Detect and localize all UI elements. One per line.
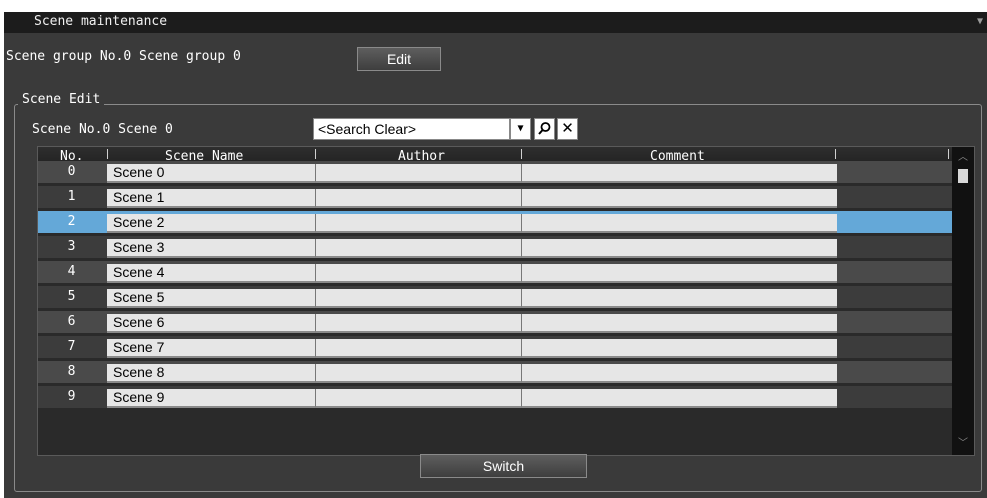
scene-name-cell[interactable]: Scene 1: [107, 189, 315, 208]
row-number: 3: [67, 239, 76, 254]
author-cell[interactable]: [315, 239, 521, 258]
table-row[interactable]: 6 Scene 6: [38, 311, 952, 333]
author-cell[interactable]: [315, 339, 521, 358]
author-cell[interactable]: [315, 364, 521, 383]
comment-cell[interactable]: [521, 314, 837, 333]
current-scene-label: Scene No.0 Scene 0: [32, 122, 173, 137]
scene-name-cell[interactable]: Scene 9: [107, 389, 315, 408]
table-row[interactable]: 5 Scene 5: [38, 286, 952, 308]
comment-cell[interactable]: [521, 289, 837, 308]
comment-cell[interactable]: [521, 239, 837, 258]
scene-maintenance-window: Scene maintenance ▼ Scene group No.0 Sce…: [4, 12, 987, 498]
row-number: 4: [67, 264, 76, 279]
comment-cell[interactable]: [521, 214, 837, 233]
column-divider[interactable]: [948, 149, 949, 159]
clear-search-button[interactable]: ✕: [557, 118, 578, 140]
magnifier-icon: [538, 122, 551, 135]
scene-name-cell[interactable]: Scene 5: [107, 289, 315, 308]
column-divider[interactable]: [835, 149, 836, 159]
row-number: 8: [67, 364, 76, 379]
edit-button[interactable]: Edit: [357, 47, 441, 71]
switch-button[interactable]: Switch: [420, 454, 587, 478]
scene-name-cell[interactable]: Scene 7: [107, 339, 315, 358]
table-row[interactable]: 1 Scene 1: [38, 186, 952, 208]
scroll-up-icon[interactable]: ︿: [956, 151, 970, 165]
scrollbar-thumb[interactable]: [958, 169, 968, 183]
row-number: 0: [67, 164, 76, 179]
row-number: 2: [67, 214, 76, 229]
scene-name-cell[interactable]: Scene 3: [107, 239, 315, 258]
comment-cell[interactable]: [521, 164, 837, 183]
row-number: 1: [67, 189, 76, 204]
column-divider[interactable]: [315, 149, 316, 159]
scene-table: No. Scene Name Author Comment 0 Scene 01S…: [37, 146, 975, 456]
table-row[interactable]: 7 Scene 7: [38, 336, 952, 358]
scene-name-cell[interactable]: Scene 0: [107, 164, 315, 183]
comment-cell[interactable]: [521, 189, 837, 208]
scroll-down-icon[interactable]: ﹀: [956, 437, 970, 451]
author-cell[interactable]: [315, 164, 521, 183]
table-row[interactable]: 9 Scene 9: [38, 386, 952, 408]
author-cell[interactable]: [315, 389, 521, 408]
scene-name-cell[interactable]: Scene 4: [107, 264, 315, 283]
table-row[interactable]: 8 Scene 8: [38, 361, 952, 383]
scene-name-cell[interactable]: Scene 8: [107, 364, 315, 383]
comment-cell[interactable]: [521, 339, 837, 358]
scene-group-label: Scene group No.0 Scene group 0: [6, 49, 241, 64]
comment-cell[interactable]: [521, 364, 837, 383]
triangle-down-icon[interactable]: ▼: [977, 16, 987, 28]
table-row[interactable]: 4 Scene 4: [38, 261, 952, 283]
author-cell[interactable]: [315, 289, 521, 308]
column-divider[interactable]: [521, 149, 522, 159]
scene-edit-legend: Scene Edit: [18, 92, 105, 107]
comment-cell[interactable]: [521, 264, 837, 283]
author-cell[interactable]: [315, 314, 521, 333]
title-bar: Scene maintenance ▼: [4, 12, 987, 33]
author-cell[interactable]: [315, 189, 521, 208]
table-row[interactable]: 3 Scene 3: [38, 236, 952, 258]
column-divider[interactable]: [107, 149, 108, 159]
table-row[interactable]: 0 Scene 0: [38, 161, 952, 183]
scene-name-cell[interactable]: Scene 6: [107, 314, 315, 333]
row-number: 5: [67, 289, 76, 304]
author-cell[interactable]: [315, 264, 521, 283]
search-button[interactable]: [534, 118, 555, 140]
triangle-down-icon: ▼: [517, 123, 524, 134]
x-icon: ✕: [561, 119, 574, 137]
scene-name-cell[interactable]: Scene 2: [107, 214, 315, 233]
author-cell[interactable]: [315, 214, 521, 233]
comment-cell[interactable]: [521, 389, 837, 408]
row-number: 9: [67, 389, 76, 404]
row-number: 6: [67, 314, 76, 329]
vertical-scrollbar[interactable]: ︿ ﹀: [952, 147, 974, 455]
search-dropdown-button[interactable]: ▼: [510, 118, 531, 140]
row-number: 7: [67, 339, 76, 354]
table-row[interactable]: 2 Scene 2: [38, 211, 952, 233]
scene-search-input[interactable]: <Search Clear>: [313, 118, 510, 140]
window-title: Scene maintenance: [34, 14, 168, 29]
